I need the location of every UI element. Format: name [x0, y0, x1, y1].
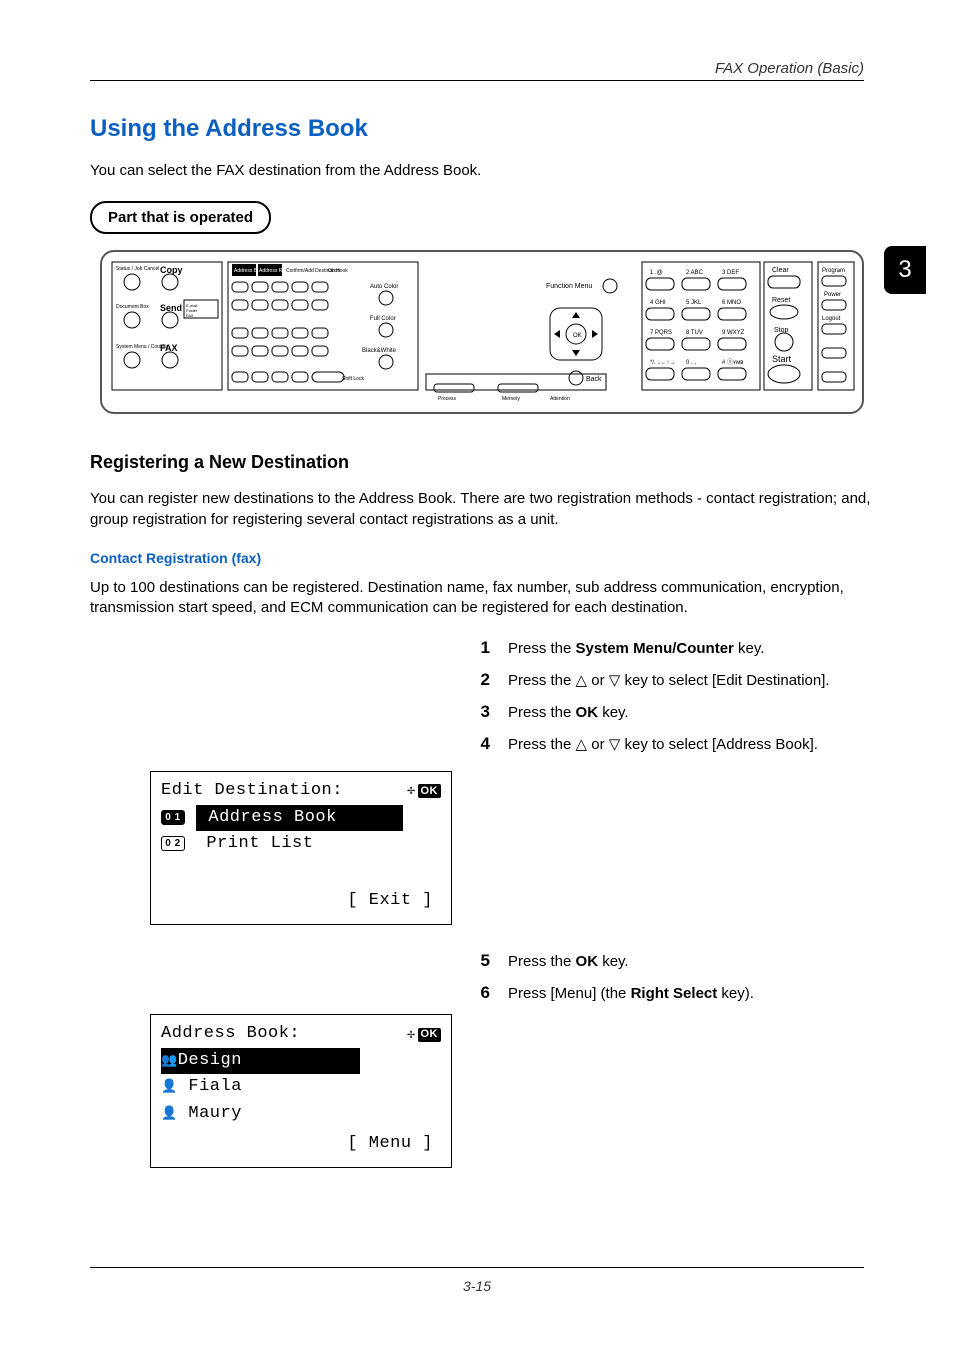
step-1: 1 Press the System Menu/Counter key. [460, 638, 874, 660]
svg-text:8 TUV: 8 TUV [686, 330, 703, 336]
svg-text:Attention: Attention [550, 396, 570, 402]
lcd1-title: Edit Destination: [161, 778, 343, 804]
group-icon [161, 1051, 178, 1070]
control-panel-illustration: Status / Job Cancel Copy Document Box Se… [100, 250, 864, 414]
lbl-fax: FAX [160, 343, 178, 353]
running-header: FAX Operation (Basic) [715, 60, 864, 77]
svg-text:Shift Lock: Shift Lock [342, 376, 364, 382]
lcd2-softkey: [ Menu ] [161, 1131, 441, 1157]
svg-text:# ⓢʏᴍʙ: # ⓢʏᴍʙ [722, 358, 743, 366]
svg-text:6 MNO: 6 MNO [722, 300, 741, 306]
svg-text:Start: Start [772, 354, 792, 364]
svg-text:OK: OK [573, 333, 582, 339]
svg-text:Back: Back [586, 376, 602, 383]
header-rule [90, 80, 864, 81]
lcd2-row3: Maury [161, 1101, 441, 1127]
svg-text:3 DEF: 3 DEF [722, 270, 739, 276]
lcd2-row1: Design [161, 1048, 360, 1074]
down-triangle-icon: ▽ [609, 734, 621, 756]
step-5: 5 Press the OK key. [460, 951, 874, 973]
svg-text:Auto Color: Auto Color [370, 284, 398, 290]
svg-text:Clear: Clear [772, 267, 789, 274]
lcd1-row2: Print List [196, 834, 314, 853]
up-triangle-icon: △ [576, 670, 588, 692]
footer-rule [90, 1267, 864, 1268]
lcd2-title: Address Book: [161, 1021, 300, 1047]
step-2: 2 Press the △ or ▽ key to select [Edit D… [460, 670, 874, 692]
chapter-tab: 3 [884, 246, 926, 294]
svg-text:Black&White: Black&White [362, 348, 397, 354]
lcd-address-book: Address Book: ✢OK Design Fiala Maury [ M… [150, 1014, 452, 1168]
lbl-send: Send [160, 303, 182, 313]
lcd-edit-destination: Edit Destination: ✢OK 0 1 Address Book 0… [150, 771, 452, 925]
nav-ok-icon: ✢OK [407, 781, 441, 801]
lcd1-row1: Address Book [196, 805, 403, 831]
section-intro: You can register new destinations to the… [90, 489, 874, 530]
subsection-heading: Contact Registration (fax) [90, 550, 874, 566]
svg-text:4 GHI: 4 GHI [650, 300, 666, 306]
nav-ok-icon: ✢OK [407, 1025, 441, 1045]
lcd2-row2: Fiala [161, 1074, 441, 1100]
step-3: 3 Press the OK key. [460, 702, 874, 724]
svg-text:9 WXYZ: 9 WXYZ [722, 330, 745, 336]
lbl-copy: Copy [160, 265, 183, 275]
keypad: 1 .@ 2 ABC 3 DEF 4 GHI 5 JKL 6 MNO 7 PQRS 8 T… [646, 270, 746, 380]
person-icon [161, 1104, 178, 1123]
svg-text:Reset: Reset [772, 297, 790, 304]
svg-text:Power: Power [824, 292, 841, 298]
svg-text:Process: Process [438, 396, 457, 402]
svg-text:5 JKL: 5 JKL [686, 300, 702, 306]
intro-text: You can select the FAX destination from … [90, 161, 874, 181]
step-6: 6 Press [Menu] (the Right Select key). [460, 983, 874, 1005]
svg-text:2 ABC: 2 ABC [686, 270, 704, 276]
svg-text:1 .@: 1 .@ [650, 270, 663, 276]
lbl-function-menu: Function Menu [546, 283, 592, 290]
row-number-icon: 0 1 [161, 810, 185, 825]
lbl-status: Status / Job Cancel [116, 266, 159, 272]
part-operated-badge: Part that is operated [90, 201, 271, 234]
svg-text:Memory: Memory [502, 396, 521, 402]
svg-text:Logout: Logout [822, 316, 841, 322]
lbl-docbox: Document Box [116, 304, 149, 310]
up-triangle-icon: △ [576, 734, 588, 756]
svg-text:On Hook: On Hook [328, 268, 348, 274]
section-heading: Registering a New Destination [90, 452, 874, 473]
lcd1-softkey: [ Exit ] [161, 888, 441, 914]
person-icon [161, 1077, 178, 1096]
svg-text:FAX: FAX [186, 313, 194, 318]
page-number: 3-15 [0, 1278, 954, 1294]
svg-text:Full Color: Full Color [370, 316, 396, 322]
svg-text:Program: Program [822, 268, 845, 274]
svg-text:0 . ,: 0 . , [686, 360, 696, 366]
down-triangle-icon: ▽ [609, 670, 621, 692]
svg-text:*/. ↓←↑→: */. ↓←↑→ [650, 360, 675, 366]
page-title: Using the Address Book [90, 115, 874, 143]
row-number-icon: 0 2 [161, 836, 185, 851]
step-4: 4 Press the △ or ▽ key to select [Addres… [460, 734, 874, 756]
subsection-intro: Up to 100 destinations can be registered… [90, 578, 874, 619]
svg-text:7 PQRS: 7 PQRS [650, 330, 672, 336]
